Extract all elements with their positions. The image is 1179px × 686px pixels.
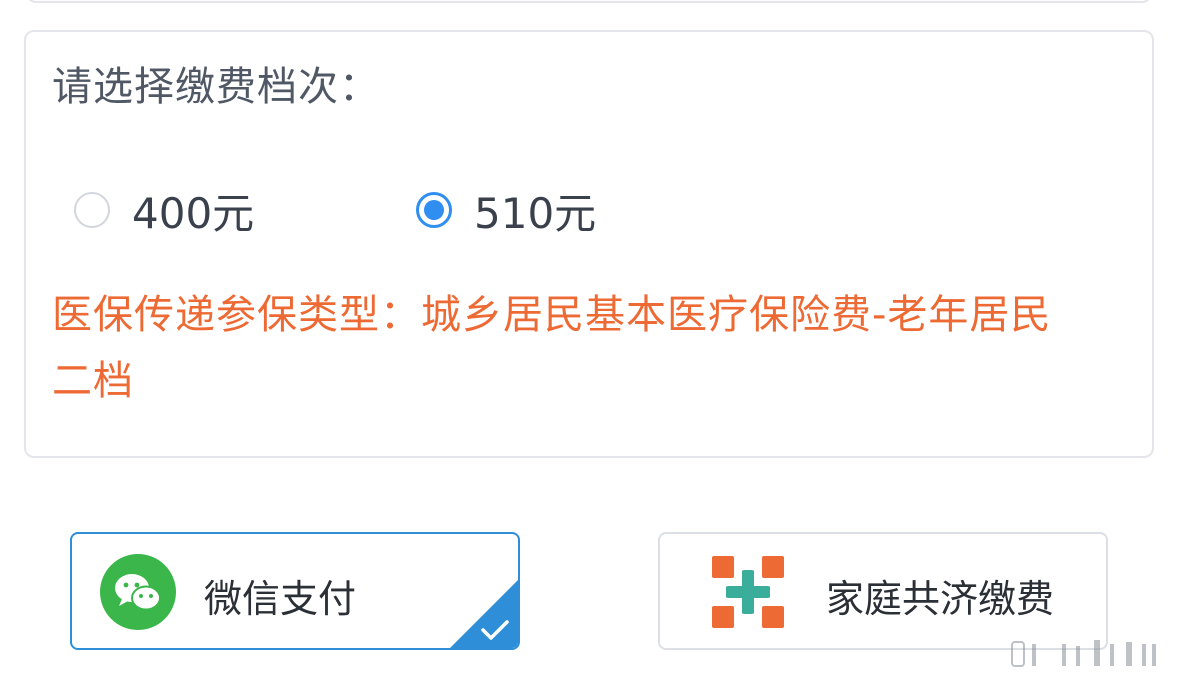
tier-option-label: 510元	[474, 188, 597, 238]
wechat-icon	[100, 554, 176, 630]
radio-unchecked-icon[interactable]	[74, 192, 110, 228]
wechat-pay-label: 微信支付	[204, 577, 357, 621]
family-mutual-pay-label: 家庭共济缴费	[826, 577, 1055, 621]
family-mutual-pay-button[interactable]: 家庭共济缴费	[658, 532, 1108, 650]
watermark-logo	[1011, 640, 1156, 667]
tier-option-label: 400元	[132, 188, 255, 238]
tier-select-label: 请选择缴费档次：	[52, 64, 380, 110]
tier-option-510[interactable]: 510元	[416, 180, 596, 240]
payment-page: 请选择缴费档次： 400元 510元 医保传递参保类型：城乡居民基本医疗保险费-…	[0, 0, 1179, 686]
tier-option-400[interactable]: 400元	[74, 180, 254, 240]
radio-checked-icon[interactable]	[416, 192, 452, 228]
checkmark-icon	[481, 620, 509, 640]
previous-card-edge	[26, 0, 1152, 3]
insurance-type-note: 医保传递参保类型：城乡居民基本医疗保险费-老年居民二档	[52, 292, 1052, 404]
wechat-pay-button[interactable]: 微信支付	[70, 532, 520, 650]
family-mutual-aid-icon	[708, 552, 788, 632]
